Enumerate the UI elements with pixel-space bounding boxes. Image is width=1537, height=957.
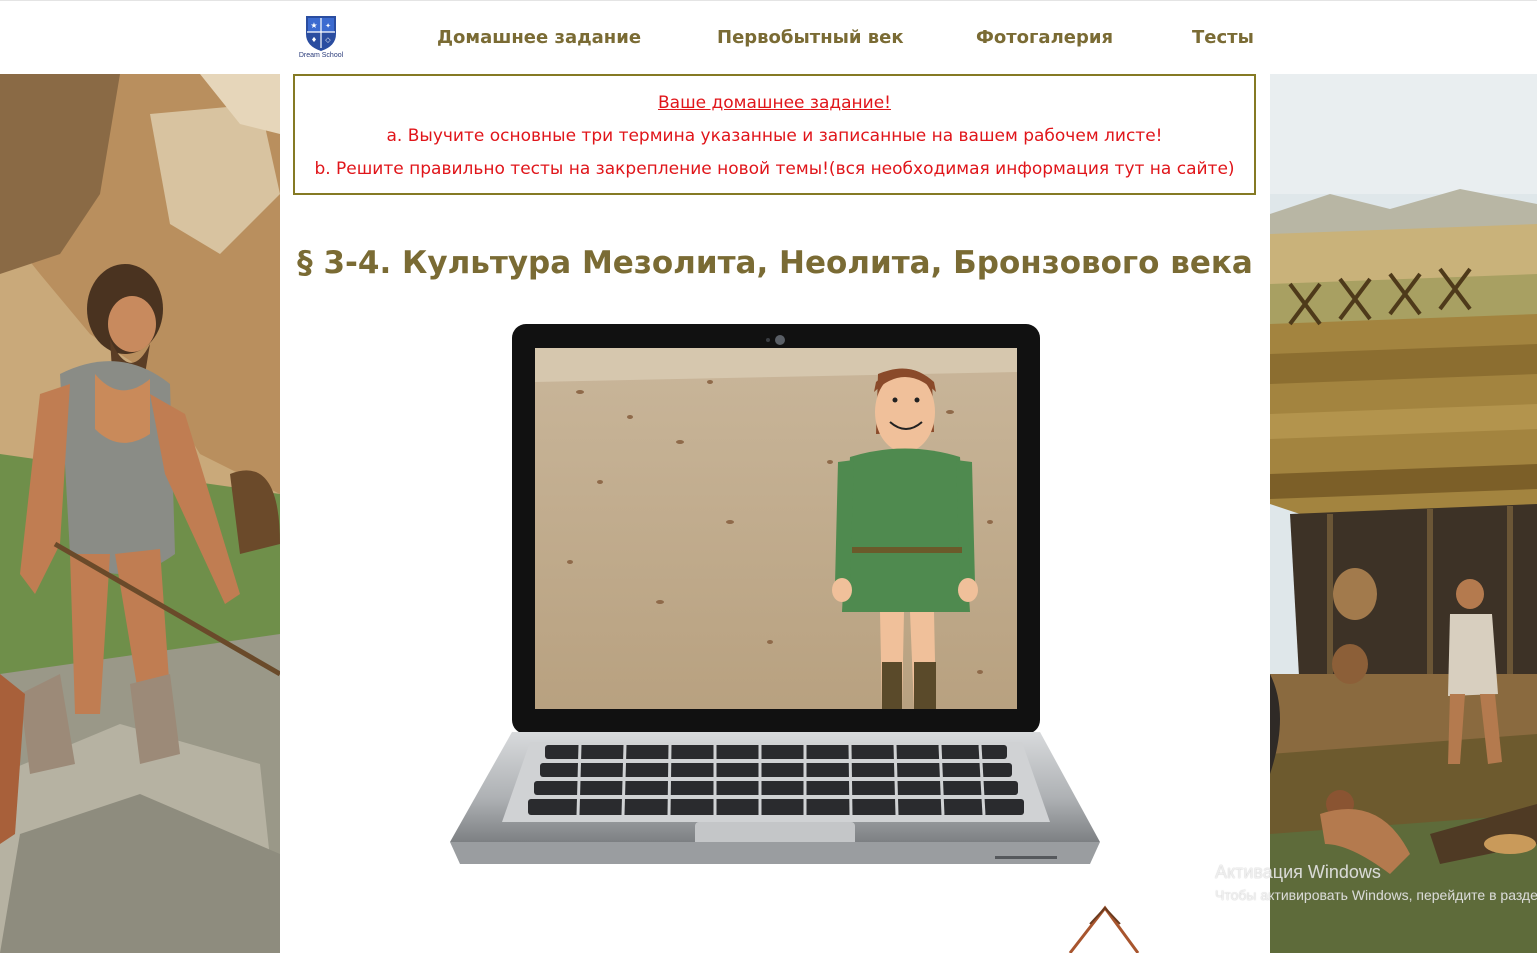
- svg-text:♦: ♦: [311, 36, 317, 44]
- right-background-illustration: [1270, 74, 1537, 953]
- nav-link-photo-gallery[interactable]: Фотогалерия: [976, 27, 1113, 48]
- shield-icon: ★ ✦ ♦ ◇: [306, 16, 336, 51]
- homework-title[interactable]: Ваше домашнее задание!: [295, 93, 1254, 113]
- video-frame[interactable]: [535, 348, 1017, 709]
- homework-item-b: b. Решите правильно тесты на закрепление…: [314, 159, 1235, 179]
- homework-item-a: a. Выучите основные три термина указанны…: [386, 126, 1163, 146]
- decorative-sketch: [1060, 904, 1140, 954]
- main-content: Ваше домашнее задание! a. Выучите основн…: [280, 74, 1270, 954]
- svg-text:✦: ✦: [325, 22, 331, 30]
- page-title: § 3-4. Культура Мезолита, Неолита, Бронз…: [297, 244, 1253, 281]
- site-header: ★ ✦ ♦ ◇ Dream School Домашнее задание Пе…: [0, 0, 1537, 74]
- left-background-illustration: [0, 74, 280, 953]
- watermark-subtitle: Чтобы активировать Windows, перейдите в …: [1215, 887, 1537, 903]
- svg-text:◇: ◇: [325, 36, 331, 44]
- homework-box: Ваше домашнее задание! a. Выучите основн…: [293, 74, 1256, 195]
- dream-school-logo[interactable]: ★ ✦ ♦ ◇ Dream School: [290, 14, 352, 64]
- nav-link-tests[interactable]: Тесты: [1192, 27, 1254, 48]
- watermark-title: Активация Windows: [1215, 862, 1381, 882]
- logo-text: Dream School: [298, 52, 344, 59]
- windows-activation-watermark: Активация Windows Чтобы активировать Win…: [1215, 862, 1537, 903]
- svg-text:★: ★: [310, 21, 317, 30]
- nav-link-primitive-age[interactable]: Первобытный век: [717, 27, 904, 48]
- laptop-video-player[interactable]: [450, 322, 1100, 872]
- nav-link-homework[interactable]: Домашнее задание: [437, 27, 641, 48]
